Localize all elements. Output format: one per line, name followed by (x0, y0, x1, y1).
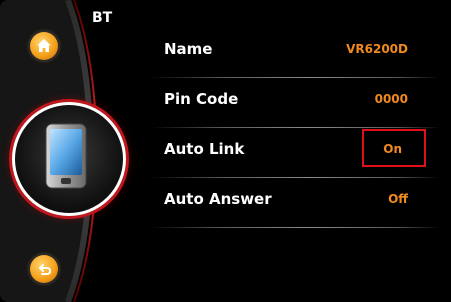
back-arrow-icon (39, 264, 52, 275)
left-nav-panel: BT (0, 0, 150, 302)
back-button[interactable] (30, 255, 58, 283)
smartphone-icon (45, 123, 87, 189)
setting-row-auto-answer[interactable]: Auto Answer Off (150, 178, 430, 228)
setting-label: Name (164, 40, 213, 58)
setting-label: Auto Answer (164, 190, 272, 208)
setting-value: 0000 (374, 92, 408, 106)
setting-row-pin-code[interactable]: Pin Code 0000 (150, 78, 430, 128)
setting-label: Pin Code (164, 90, 239, 108)
page-title: BT (92, 10, 113, 26)
bt-settings-screen: BT Name VR6200D Pin Code 0000 Auto Link … (0, 0, 451, 302)
device-selector[interactable] (12, 102, 126, 216)
setting-value: VR6200D (346, 42, 408, 56)
highlight-box (362, 129, 426, 167)
setting-value: Off (388, 192, 408, 206)
home-button[interactable] (30, 32, 58, 60)
home-icon (37, 39, 51, 52)
setting-row-name[interactable]: Name VR6200D (150, 28, 430, 78)
setting-label: Auto Link (164, 140, 245, 158)
row-divider (150, 227, 440, 228)
